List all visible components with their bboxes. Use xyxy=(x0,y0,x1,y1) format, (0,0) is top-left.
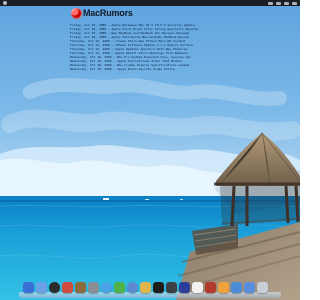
battery-icon[interactable] xyxy=(284,1,289,5)
dashboard-icon[interactable] xyxy=(179,282,190,293)
textedit-icon[interactable] xyxy=(192,282,203,293)
garageband-icon[interactable] xyxy=(218,282,229,293)
macrumors-logo-icon xyxy=(71,8,82,19)
mail-icon[interactable] xyxy=(36,282,47,293)
safari-icon[interactable] xyxy=(101,282,112,293)
desktop: MacRumors Friday, Oct 20, 2008 — Apple R… xyxy=(0,0,300,300)
headline-item[interactable]: Wednesday, Oct 18, 2008 — Apple Posts Ke… xyxy=(70,67,256,71)
dock-items xyxy=(23,282,268,293)
itunes-icon[interactable] xyxy=(127,282,138,293)
menu-bar-status-area xyxy=(268,0,297,6)
macrumors-news-widget[interactable]: MacRumors Friday, Oct 20, 2008 — Apple R… xyxy=(68,7,254,71)
system-preferences-icon[interactable] xyxy=(88,282,99,293)
photos-icon[interactable] xyxy=(140,282,151,293)
macrumors-logo-text: MacRumors xyxy=(83,8,133,18)
volume-icon[interactable] xyxy=(276,1,281,5)
address-book-icon[interactable] xyxy=(75,282,86,293)
finder-icon[interactable] xyxy=(23,282,34,293)
apple-menu-icon[interactable] xyxy=(3,1,7,5)
dock xyxy=(19,282,281,298)
headline-text: Wednesday, Oct 18, 2008 — Apple Posts Ke… xyxy=(70,67,175,71)
downloads-stack-icon[interactable] xyxy=(244,282,255,293)
folder-icon[interactable] xyxy=(231,282,242,293)
spotlight-icon[interactable] xyxy=(292,1,297,5)
macrumors-logo: MacRumors xyxy=(68,7,133,21)
ichat-icon[interactable] xyxy=(114,282,125,293)
calculator-icon[interactable] xyxy=(166,282,177,293)
photo-booth-icon[interactable] xyxy=(205,282,216,293)
wifi-icon[interactable] xyxy=(268,1,273,5)
terminal-icon[interactable] xyxy=(153,282,164,293)
preview-icon[interactable] xyxy=(62,282,73,293)
trash-icon[interactable] xyxy=(257,282,268,293)
clock-icon[interactable] xyxy=(49,282,60,293)
menu-bar xyxy=(0,0,300,6)
headlines-list: Friday, Oct 20, 2008 — Apple Releases Ma… xyxy=(70,23,256,71)
